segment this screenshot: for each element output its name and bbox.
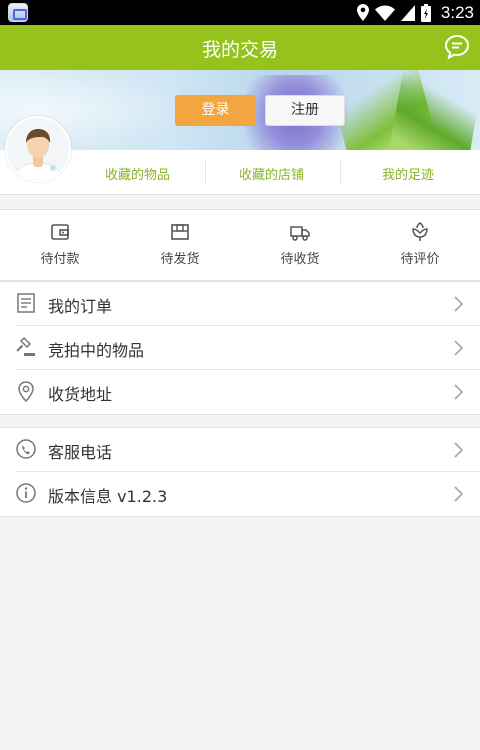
shipping-address-item[interactable]: 收货地址 <box>15 370 480 414</box>
chevron-right-icon <box>454 384 463 400</box>
register-button[interactable]: 注册 <box>265 95 345 126</box>
truck-icon <box>290 226 310 241</box>
favorites-row: 收藏的物品 收藏的店铺 我的足迹 <box>0 150 480 195</box>
chevron-right-icon <box>454 442 463 458</box>
menu-label: 我的订单 <box>48 297 113 316</box>
primary-menu: 我的订单 竞拍中的物品 收货地址 <box>0 281 480 415</box>
phone-icon <box>16 439 36 459</box>
location-icon <box>356 4 369 21</box>
version-info-item[interactable]: 版本信息 v1.2.3 <box>15 472 480 516</box>
menu-label: 客服电话 <box>48 443 113 462</box>
order-status-grid: 待付款 待发货 待收货 待评价 <box>0 209 480 281</box>
pending-review[interactable]: 待评价 <box>360 210 480 281</box>
title-bar: 我的交易 <box>0 25 480 70</box>
location-pin-icon <box>18 381 34 402</box>
footprints-link[interactable]: 我的足迹 <box>382 164 434 183</box>
chevron-right-icon <box>454 486 463 502</box>
signal-icon <box>400 4 415 21</box>
info-icon <box>16 483 36 503</box>
status-label: 待付款 <box>40 252 80 267</box>
page-title: 我的交易 <box>201 39 278 61</box>
my-orders-item[interactable]: 我的订单 <box>15 282 480 326</box>
divider <box>340 160 341 184</box>
favorite-shops-link[interactable]: 收藏的店铺 <box>239 164 304 183</box>
order-list-icon <box>17 293 35 313</box>
gavel-icon <box>16 336 35 356</box>
app-notification-icon <box>8 3 28 22</box>
status-bar: 3:23 <box>0 0 480 25</box>
status-label: 待发货 <box>160 252 200 267</box>
message-icon[interactable] <box>444 34 470 60</box>
chevron-right-icon <box>454 296 463 312</box>
status-icons: 3:23 <box>356 2 474 22</box>
favorite-items-link[interactable]: 收藏的物品 <box>105 164 170 183</box>
clock: 3:23 <box>440 2 474 22</box>
avatar[interactable] <box>5 116 71 182</box>
menu-label: 收货地址 <box>48 385 113 404</box>
secondary-menu: 客服电话 版本信息 v1.2.3 <box>0 427 480 517</box>
pending-payment[interactable]: 待付款 <box>0 210 120 281</box>
menu-label: 版本信息 v1.2.3 <box>48 487 168 506</box>
customer-service-item[interactable]: 客服电话 <box>15 428 480 472</box>
user-avatar-icon <box>7 118 69 180</box>
wifi-icon <box>374 5 395 21</box>
status-label: 待评价 <box>400 252 440 267</box>
wallet-icon <box>51 224 69 240</box>
pending-shipment[interactable]: 待发货 <box>120 210 240 281</box>
login-button[interactable]: 登录 <box>175 95 256 126</box>
battery-icon <box>420 3 431 22</box>
chevron-right-icon <box>454 340 463 356</box>
divider <box>205 160 206 184</box>
auction-items-item[interactable]: 竞拍中的物品 <box>15 326 480 370</box>
status-label: 待收货 <box>280 252 320 267</box>
box-icon <box>171 224 189 240</box>
flower-icon <box>412 222 428 241</box>
menu-label: 竞拍中的物品 <box>48 341 145 360</box>
pending-receipt[interactable]: 待收货 <box>240 210 360 281</box>
